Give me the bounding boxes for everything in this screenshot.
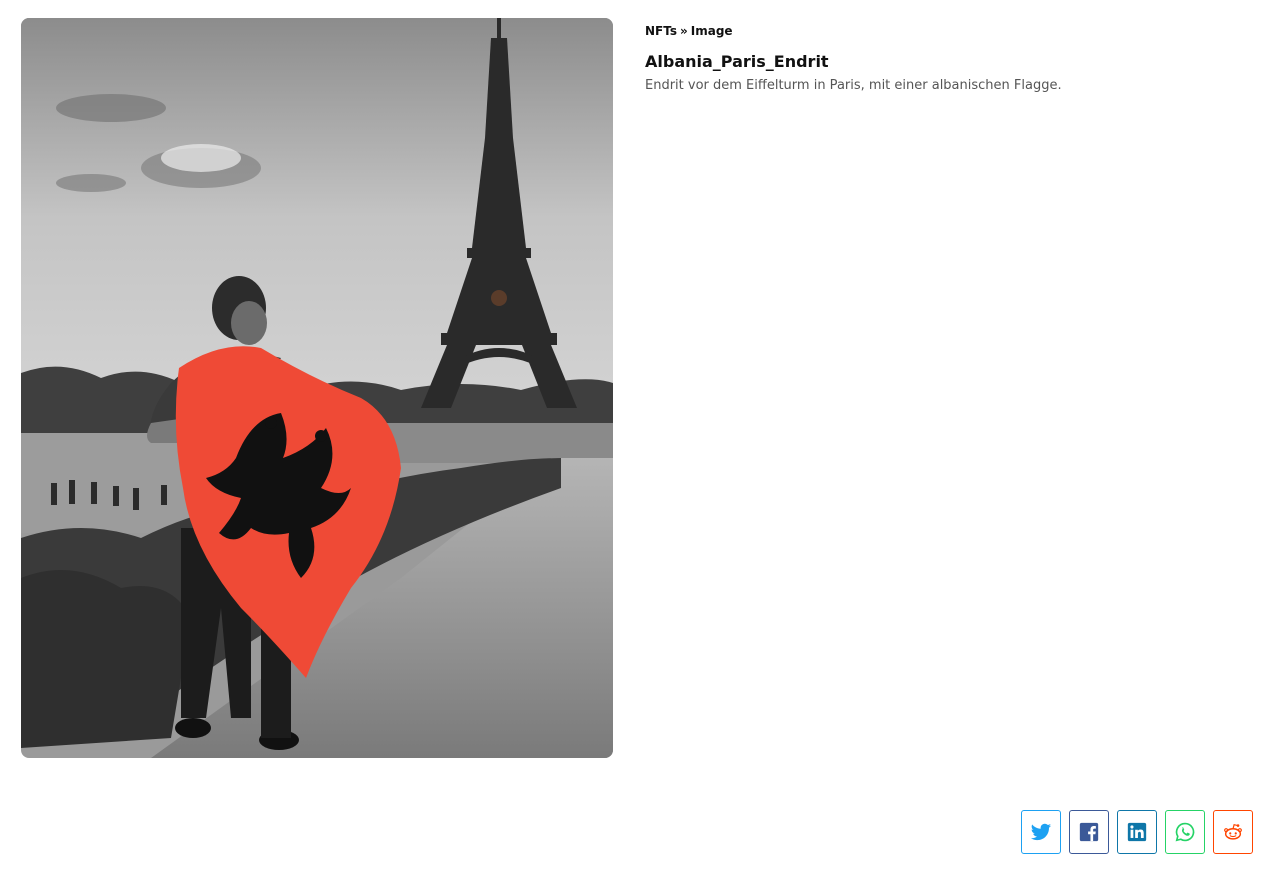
breadcrumb: NFTs » Image <box>645 22 1245 40</box>
share-reddit-button[interactable] <box>1213 810 1253 854</box>
linkedin-icon <box>1127 822 1147 842</box>
nft-image <box>21 18 613 758</box>
twitter-icon <box>1030 823 1052 841</box>
breadcrumb-separator: » <box>679 24 688 38</box>
share-whatsapp-button[interactable] <box>1165 810 1205 854</box>
whatsapp-icon <box>1175 822 1195 842</box>
share-linkedin-button[interactable] <box>1117 810 1157 854</box>
share-bar <box>1021 810 1253 854</box>
breadcrumb-current: Image <box>690 24 733 38</box>
share-twitter-button[interactable] <box>1021 810 1061 854</box>
reddit-icon <box>1224 823 1242 840</box>
breadcrumb-nfts-link[interactable]: NFTs <box>645 22 677 40</box>
nft-details: NFTs » Image Albania_Paris_Endrit Endrit… <box>645 22 1245 95</box>
share-facebook-button[interactable] <box>1069 810 1109 854</box>
nft-description: Endrit vor dem Eiffelturm in Paris, mit … <box>645 78 1062 93</box>
nft-title: Albania_Paris_Endrit <box>645 52 829 71</box>
nft-photo-illustration <box>21 18 613 758</box>
facebook-icon <box>1079 822 1099 842</box>
